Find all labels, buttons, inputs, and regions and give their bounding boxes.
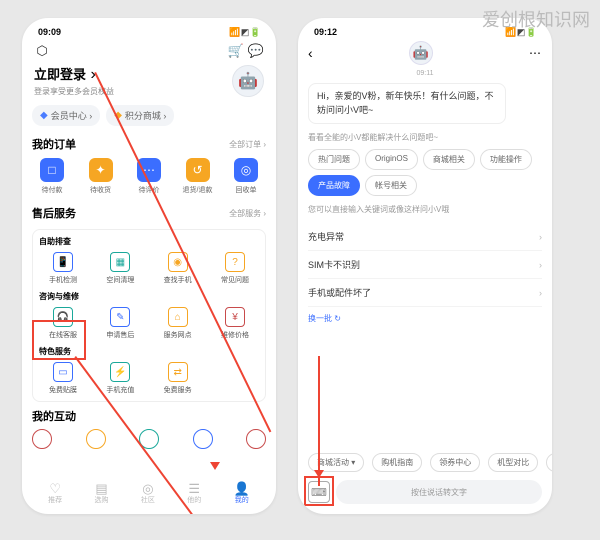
strip-item[interactable]: 购机指南 — [372, 453, 422, 472]
strip-item[interactable]: 机型对比 — [488, 453, 538, 472]
consult-title: 咨询与维修 — [39, 291, 259, 302]
interact-icon[interactable] — [246, 429, 266, 449]
status-bar: 09:09 📶 ◩ 🔋 — [32, 24, 266, 40]
chip[interactable]: 帐号相关 — [365, 175, 417, 196]
login-subtitle: 登录享受更多会员权益 — [34, 86, 114, 97]
status-time: 09:09 — [38, 27, 61, 37]
strip-item[interactable]: 领券中心 — [430, 453, 480, 472]
status-time: 09:12 — [314, 27, 337, 37]
interact-icon[interactable] — [193, 429, 213, 449]
phone-left: 09:09 📶 ◩ 🔋 ⬡ 🛒 💬 立即登录 › 登录享受更多会员权益 🤖 ◆会… — [22, 18, 276, 514]
faq-hint: 您可以直接输入关键词或像这样问小V哦 — [308, 204, 542, 215]
chip[interactable]: 商城相关 — [423, 149, 475, 170]
back-icon[interactable]: ‹ — [308, 45, 313, 61]
after-title: 售后服务 — [32, 205, 76, 221]
pill-member[interactable]: ◆会员中心 › — [32, 105, 100, 126]
chip[interactable]: OriginOS — [365, 149, 418, 170]
service-item[interactable]: ? 常见问题 — [211, 252, 259, 285]
status-icons: 📶 ◩ 🔋 — [229, 27, 260, 38]
orders-more[interactable]: 全部订单 › — [229, 139, 266, 150]
strip-item[interactable]: 商城活动 ▾ — [308, 453, 364, 472]
avatar[interactable]: 🤖 — [232, 65, 264, 97]
pill-points[interactable]: ◆积分商城 › — [106, 105, 174, 126]
tab-1[interactable]: ▤选购 — [95, 482, 109, 505]
interact-icon[interactable] — [32, 429, 52, 449]
chip[interactable]: 热门问题 — [308, 149, 360, 170]
service-item[interactable]: 🎧 在线客服 — [39, 307, 87, 340]
login-title[interactable]: 立即登录 › — [34, 64, 114, 84]
chip[interactable]: 功能操作 — [480, 149, 532, 170]
service-item[interactable]: ¥ 维修价格 — [211, 307, 259, 340]
strip-item[interactable]: 以 — [546, 453, 552, 472]
service-item[interactable]: 📱 手机检测 — [39, 252, 87, 285]
tab-4[interactable]: 👤我的 — [234, 482, 250, 505]
chip[interactable]: 产品故障 — [308, 175, 360, 196]
cart-icon[interactable]: 🛒 — [228, 43, 244, 59]
service-item[interactable]: ⚡ 手机充值 — [96, 362, 144, 395]
interact-icon[interactable] — [86, 429, 106, 449]
chip-hint: 看看全能的小V都能解决什么问题吧~ — [308, 132, 542, 143]
service-item[interactable]: ✎ 申请售后 — [96, 307, 144, 340]
refresh-link[interactable]: 换一批 ↻ — [308, 313, 542, 324]
order-item[interactable]: ✦ 待收货 — [81, 158, 121, 195]
order-item[interactable]: ↺ 退货/退款 — [178, 158, 218, 195]
interact-title: 我的互动 — [32, 408, 76, 424]
after-more[interactable]: 全部服务 › — [229, 208, 266, 219]
keyboard-icon[interactable]: ⌨ — [308, 481, 330, 503]
faq-row[interactable]: SIM卡不识别› — [308, 251, 542, 279]
voice-input[interactable]: 按住说话转文字 — [336, 480, 542, 504]
faq-row[interactable]: 充电异常› — [308, 223, 542, 251]
interact-icon[interactable] — [139, 429, 159, 449]
service-item[interactable]: ◉ 查找手机 — [154, 252, 202, 285]
chat-icon[interactable]: 💬 — [248, 43, 264, 59]
faq-row[interactable]: 手机或配件坏了› — [308, 279, 542, 307]
self-title: 自助排查 — [39, 236, 259, 247]
more-icon[interactable]: ⋯ — [529, 46, 542, 60]
tab-0[interactable]: ♡推荐 — [48, 482, 62, 505]
order-item[interactable]: ◎ 回收单 — [226, 158, 266, 195]
service-item[interactable]: ⇄ 免费服务 — [154, 362, 202, 395]
chat-timestamp: 09:11 — [308, 70, 542, 77]
watermark: 爱创根知识网 — [482, 6, 590, 32]
chat-bubble: Hi，亲爱的V粉，新年快乐！有什么问题，不妨问问小V吧~ — [308, 83, 506, 124]
tab-3[interactable]: ☰他的 — [187, 482, 201, 505]
settings-icon[interactable]: ⬡ — [34, 43, 50, 59]
service-item[interactable]: ⌂ 服务网点 — [154, 307, 202, 340]
phone-right: 09:12 📶 ◩ 🔋 ‹ 🤖 ⋯ 09:11 Hi，亲爱的V粉，新年快乐！有什… — [298, 18, 552, 514]
bot-avatar: 🤖 — [409, 41, 433, 65]
service-item[interactable]: ▦ 空间清理 — [96, 252, 144, 285]
order-item[interactable]: ⋯ 待评价 — [129, 158, 169, 195]
service-item[interactable]: ▭ 免费贴膜 — [39, 362, 87, 395]
orders-title: 我的订单 — [32, 136, 76, 152]
special-title: 特色服务 — [39, 346, 259, 357]
order-item[interactable]: □ 待付款 — [32, 158, 72, 195]
tab-2[interactable]: ◎社区 — [141, 482, 155, 505]
